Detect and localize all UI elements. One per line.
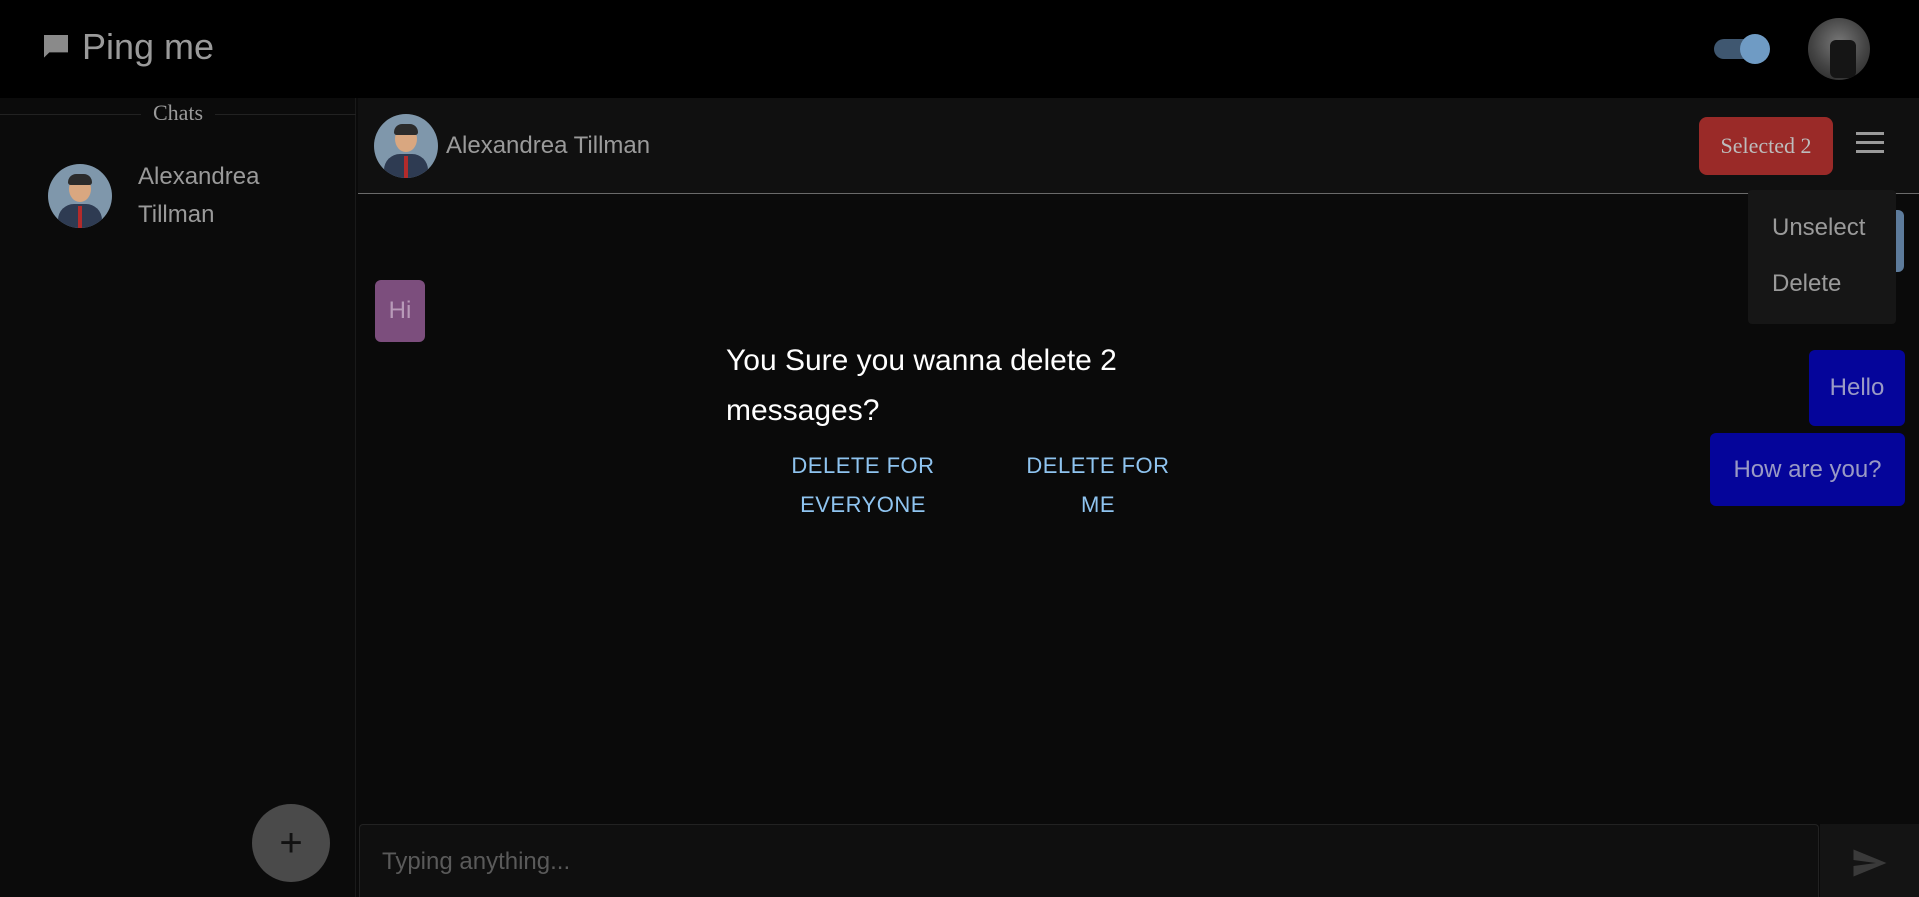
selected-count-button[interactable]: Selected 2 xyxy=(1699,117,1833,175)
chats-section-label: Chats xyxy=(0,100,356,125)
top-bar: Ping me xyxy=(0,0,1919,98)
delete-for-everyone-button[interactable]: DELETE FOR EVERYONE xyxy=(773,446,953,524)
app-title: Ping me xyxy=(82,26,215,67)
message-composer xyxy=(359,824,1819,897)
chat-bubble-icon xyxy=(44,35,68,58)
send-icon xyxy=(1853,849,1887,877)
menu-icon[interactable] xyxy=(1856,130,1886,156)
selection-menu: Unselect Delete xyxy=(1748,190,1896,324)
user-avatar[interactable] xyxy=(1808,18,1870,80)
chat-contact-name: Alexandrea Tillman xyxy=(446,132,651,159)
delete-dialog-title: You Sure you wanna delete 2 messages? xyxy=(726,344,1117,427)
delete-menu-item[interactable]: Delete xyxy=(1772,270,1841,298)
avatar-figure xyxy=(1830,40,1856,78)
brand[interactable]: Ping me xyxy=(40,26,214,68)
chat-header-avatar[interactable] xyxy=(374,114,438,178)
delete-for-me-button[interactable]: DELETE FOR ME xyxy=(1008,446,1188,524)
message-input[interactable] xyxy=(382,847,1782,877)
message-bubble-sent[interactable]: How are you? xyxy=(1710,433,1905,506)
send-button[interactable] xyxy=(1820,824,1919,897)
unselect-menu-item[interactable]: Unselect xyxy=(1772,214,1865,242)
theme-toggle[interactable] xyxy=(1714,34,1772,64)
new-chat-button[interactable]: + xyxy=(252,804,330,882)
chats-label-text: Chats xyxy=(140,100,216,125)
sidebar: Chats Alexandrea Tillman + xyxy=(0,98,356,897)
message-bubble-received[interactable]: Hi xyxy=(375,280,425,342)
chat-list-item-name: Alexandrea Tillman xyxy=(138,163,260,228)
contact-avatar xyxy=(48,164,112,228)
toggle-thumb xyxy=(1740,34,1770,64)
app-root: Ping me Chats Alexandrea Tillman + Alexa… xyxy=(0,0,1919,897)
plus-icon: + xyxy=(279,821,303,865)
message-bubble-sent[interactable]: Hello xyxy=(1809,350,1905,426)
chat-header: Alexandrea Tillman Selected 2 xyxy=(358,98,1919,194)
chat-list-item[interactable]: Alexandrea Tillman xyxy=(48,158,338,234)
